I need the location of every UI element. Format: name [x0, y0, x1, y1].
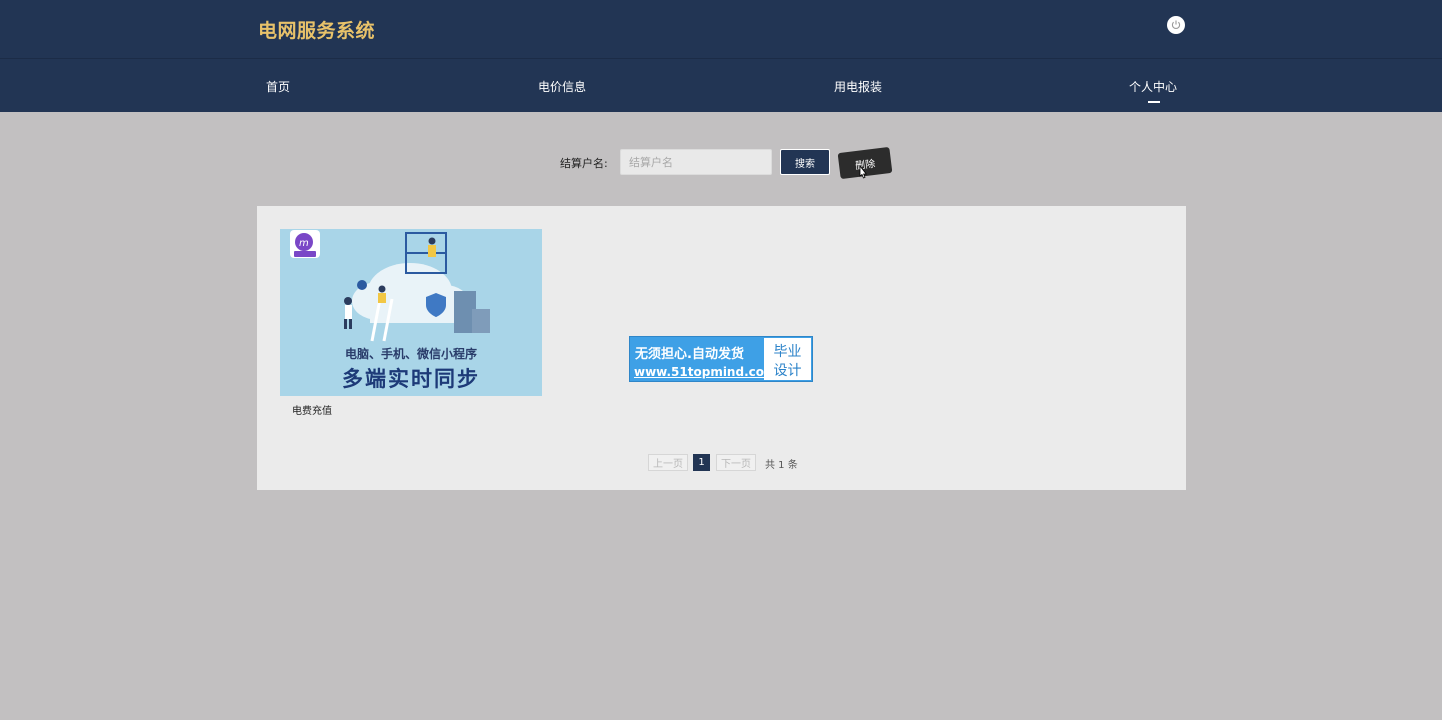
promo-line1: 无须担心.自动发货	[635, 347, 744, 362]
content-panel: m 电脑、手机、微信小程序 多端实时同步 电费充值 无须担心.自动发货 www.…	[257, 206, 1186, 490]
nav-item-personal-center[interactable]: 个人中心	[1129, 78, 1177, 95]
promo-right-line2: 设计	[773, 363, 802, 379]
promo-url[interactable]: www.51topmind.com	[634, 365, 777, 379]
card-image: m 电脑、手机、微信小程序 多端实时同步	[280, 229, 542, 396]
nav-item-electricity-price[interactable]: 电价信息	[538, 78, 586, 95]
main-nav: 首页 电价信息 用电报装 个人中心	[0, 58, 1442, 112]
search-button[interactable]: 搜索	[780, 149, 830, 175]
promo-right-box: 毕业 设计	[764, 338, 811, 380]
nav-item-home[interactable]: 首页	[266, 78, 290, 95]
app-title: 电网服务系统	[258, 20, 376, 42]
search-label: 结算户名:	[560, 157, 608, 170]
nav-item-power-application[interactable]: 用电报装	[834, 78, 882, 95]
promo-banner[interactable]: 无须担心.自动发货 www.51topmind.com 毕业 设计	[629, 336, 813, 382]
promo-right-line1: 毕业	[773, 344, 802, 360]
prev-page-button[interactable]: 上一页	[648, 454, 688, 471]
app-badge: m	[290, 230, 320, 258]
service-card[interactable]: m 电脑、手机、微信小程序 多端实时同步 电费充值	[280, 229, 542, 417]
card-caption[interactable]: 电费充值	[292, 402, 542, 417]
image-text-line2: 多端实时同步	[342, 367, 480, 391]
pagination: 上一页 1 下一页 共 1 条	[648, 454, 808, 471]
total-count: 共 1 条	[765, 460, 798, 471]
current-page-button[interactable]: 1	[693, 454, 710, 471]
mouse-cursor-icon	[859, 165, 868, 179]
image-text-line1: 电脑、手机、微信小程序	[344, 347, 477, 361]
nav-active-indicator	[1148, 101, 1160, 103]
next-page-button[interactable]: 下一页	[716, 454, 756, 471]
top-bar: 电网服务系统	[0, 0, 1442, 58]
account-name-search-input[interactable]	[620, 149, 772, 175]
power-icon[interactable]	[1167, 16, 1185, 34]
svg-text:m: m	[299, 238, 309, 249]
